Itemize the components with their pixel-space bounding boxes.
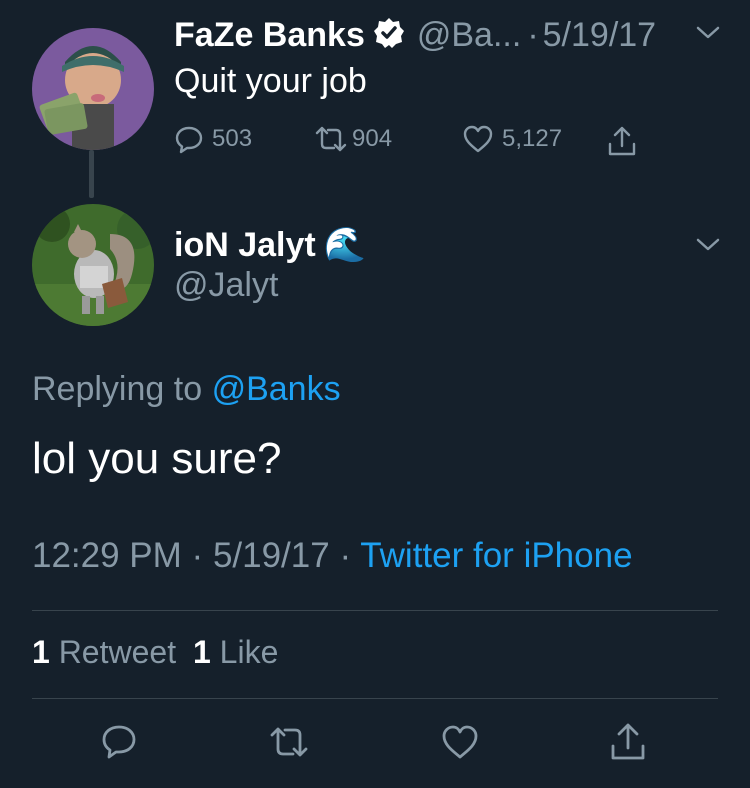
parent-handle[interactable]: @Ba...: [417, 16, 521, 55]
meta-separator-1: ·: [191, 536, 204, 575]
engagement-stats: 1 Retweet 1 Like: [32, 634, 278, 671]
parent-reply-action[interactable]: 503: [174, 124, 252, 154]
like-heart-icon: [442, 725, 478, 759]
main-tweet-text: lol you sure?: [32, 434, 282, 483]
bottom-reply-button[interactable]: [100, 722, 138, 760]
likes-number: 1: [192, 634, 211, 670]
tweet-date[interactable]: 5/19/17: [213, 536, 330, 575]
reply-icon: [174, 124, 204, 154]
bottom-retweet-button[interactable]: [268, 724, 310, 760]
share-icon: [611, 723, 645, 760]
main-more-chevron-icon[interactable]: [694, 236, 722, 254]
divider-bottom: [32, 698, 718, 699]
divider-top: [32, 610, 718, 611]
likes-label: Like: [219, 634, 279, 670]
parent-separator: ·: [527, 15, 539, 54]
bottom-like-button[interactable]: [440, 724, 480, 760]
like-count: 5,127: [502, 125, 563, 152]
tweet-time[interactable]: 12:29 PM: [32, 536, 182, 575]
replying-to-prefix: Replying to: [32, 370, 203, 408]
reply-icon: [102, 725, 136, 759]
likes-stat[interactable]: 1 Like: [193, 634, 278, 670]
parent-more-chevron-icon[interactable]: [694, 24, 722, 42]
replying-to-handle-link[interactable]: @Banks: [212, 370, 341, 408]
verified-badge-icon: [373, 17, 405, 54]
parent-display-name[interactable]: FaZe Banks: [174, 16, 365, 55]
retweet-icon: [270, 727, 308, 757]
retweet-icon: [314, 124, 348, 154]
parent-retweet-action[interactable]: 904: [314, 124, 392, 154]
tweet-metadata: 12:29 PM · 5/19/17 · Twitter for iPhone: [32, 536, 633, 576]
parent-tweet-text: Quit your job: [174, 62, 367, 100]
parent-share-icon[interactable]: [606, 124, 638, 163]
main-display-name[interactable]: ioN Jalyt: [174, 226, 316, 265]
bottom-share-button[interactable]: [608, 720, 648, 762]
parent-date[interactable]: 5/19/17: [543, 16, 656, 55]
main-avatar[interactable]: [32, 204, 154, 326]
retweets-number: 1: [32, 634, 50, 670]
reply-count: 503: [212, 125, 253, 152]
parent-like-action[interactable]: 5,127: [462, 124, 562, 154]
main-tweet-name-row: ioN Jalyt 🌊: [174, 222, 366, 268]
retweets-stat[interactable]: 1 Retweet: [32, 634, 185, 670]
retweets-label: Retweet: [58, 634, 177, 670]
like-heart-icon: [462, 124, 494, 154]
meta-separator-2: ·: [339, 536, 352, 575]
thread-connector-line: [89, 150, 94, 198]
tweet-source-link[interactable]: Twitter for iPhone: [360, 536, 632, 575]
main-handle[interactable]: @Jalyt: [174, 266, 278, 305]
parent-avatar[interactable]: [32, 28, 154, 150]
wave-emoji: 🌊: [323, 226, 367, 264]
parent-tweet-header: FaZe Banks @Ba... · 5/19/17: [174, 12, 656, 58]
replying-to-line: Replying to @Banks: [32, 370, 341, 409]
retweet-count: 904: [352, 125, 393, 152]
